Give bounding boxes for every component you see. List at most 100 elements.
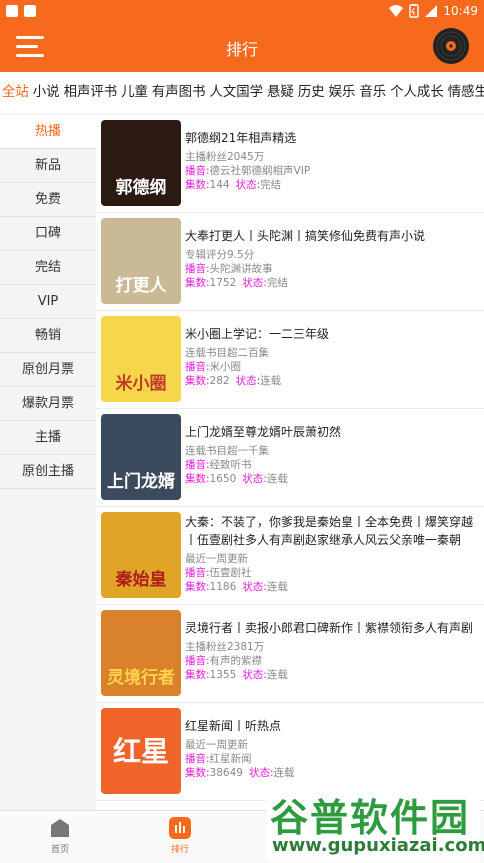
watermark: 谷普软件园 www.gupuxiazai.com [266,785,484,861]
sidebar-item-hot[interactable]: 热播 [0,115,96,149]
list-item[interactable]: 打更人 大奉打更人丨头陀渊丨搞笑修仙免费有声小说 专辑评分9.5分 播音:头陀渊… [96,213,484,311]
episode-count: 1186 [209,581,237,593]
episodes-line: 集数:1650 状态:连载 [185,472,478,486]
sidebar-item-reputation[interactable]: 口碑 [0,217,96,251]
ranking-list: 郭德纲 郭德纲21年相声精选 主播粉丝2045万 播音:德云社郭德纲相声VIP … [96,115,484,810]
status-label: 状态: [235,179,261,191]
anchor-name: 经致听书 [209,459,252,471]
list-item[interactable]: 米小圈 米小圈上学记：一二三年级 连载书目超二百集 播音:米小圈 集数:282 状… [96,311,484,409]
sidebar-item-free[interactable]: 免费 [0,183,96,217]
album-cover: 秦始皇 [101,512,181,598]
ranking-sidebar: 热播 新品 免费 口碑 完结 VIP 畅销 原创月票 爆款月票 主播 原创主播 [0,115,96,810]
status-value: 连载 [260,375,282,387]
anchor-label: 播音: [185,459,210,471]
anchor-line: 播音:德云社郭德纲相声VIP [185,164,478,178]
tab-humanities[interactable]: 人文国学 [207,72,265,114]
sidebar-item-new[interactable]: 新品 [0,149,96,183]
sidebar-item-original-anchor[interactable]: 原创主播 [0,455,96,489]
album-cover: 灵境行者 [101,610,181,696]
anchor-line: 播音:经致听书 [185,458,478,472]
tab-suspense[interactable]: 悬疑 [265,72,296,114]
episodes-label: 集数: [185,375,210,387]
status-label: 状态: [242,473,267,485]
album-cover: 红星 [101,708,181,794]
anchor-name: 德云社郭德纲相声VIP [209,165,311,177]
episodes-line: 集数:282 状态:连载 [185,374,478,388]
item-meta: 连载书目超二百集 [185,347,269,359]
signal-icon [425,5,438,17]
player-disc-button[interactable] [432,27,470,65]
episode-count: 144 [209,179,230,191]
list-item[interactable]: 灵境行者 灵境行者丨卖报小郎君口碑新作丨紫襟领衔多人有声剧 主播粉丝2381万 … [96,605,484,703]
tab-music[interactable]: 音乐 [357,72,388,114]
item-meta: 连载书目超一千集 [185,445,269,457]
anchor-line: 播音:米小圈 [185,360,478,374]
status-label: 状态: [242,277,267,289]
home-icon [49,817,71,839]
album-cover: 上门龙婿 [101,414,181,500]
list-item[interactable]: 上门龙婿 上门龙婿至尊龙婿叶辰萧初然 连载书目超一千集 播音:经致听书 集数:1… [96,409,484,507]
episode-count: 1752 [209,277,237,289]
sidebar-item-anchor[interactable]: 主播 [0,421,96,455]
watermark-url: www.gupuxiazai.com [272,835,484,856]
cover-title: 郭德纲 [115,178,167,198]
list-item[interactable]: 秦始皇 大秦：不装了，你爹我是秦始皇丨全本免费丨爆笑穿越丨伍壹剧社多人有声剧赵家… [96,507,484,605]
list-item[interactable]: 郭德纲 郭德纲21年相声精选 主播粉丝2045万 播音:德云社郭德纲相声VIP … [96,115,484,213]
tab-entertainment[interactable]: 娱乐 [327,72,358,114]
item-title: 米小圈上学记：一二三年级 [185,327,330,341]
status-time: 10:49 [443,4,478,18]
tab-children[interactable]: 儿童 [119,72,150,114]
tab-history[interactable]: 历史 [296,72,327,114]
anchor-label: 播音: [185,567,210,579]
anchor-label: 播音: [185,753,210,765]
anchor-name: 头陀渊讲故事 [209,263,273,275]
episodes-label: 集数: [185,179,210,191]
anchor-label: 播音: [185,263,210,275]
episodes-label: 集数: [185,767,210,779]
system-icons: 10:49 [389,2,478,20]
ranking-icon [169,817,191,839]
status-value: 连载 [266,581,288,593]
tab-growth[interactable]: 个人成长 [388,72,446,114]
item-meta: 主播粉丝2045万 [185,151,265,163]
item-meta: 专辑评分9.5分 [185,249,255,261]
tab-crosstalk[interactable]: 相声评书 [62,72,120,114]
status-label: 状态: [235,375,261,387]
sidebar-item-bestseller[interactable]: 畅销 [0,319,96,353]
page-title: 排行 [225,40,258,59]
album-cover: 打更人 [101,218,181,304]
notification-icon [24,5,36,17]
nav-ranking[interactable]: 排行 [150,815,210,859]
episode-count: 1355 [209,669,237,681]
watermark-title: 谷普软件园 [270,796,471,840]
tab-novel[interactable]: 小说 [31,72,62,114]
item-title: 大奉打更人丨头陀渊丨搞笑修仙免费有声小说 [185,229,426,243]
anchor-label: 播音: [185,361,210,373]
cover-title: 秦始皇 [115,570,167,590]
sidebar-item-finished[interactable]: 完结 [0,251,96,285]
sidebar-item-vip[interactable]: VIP [0,285,96,319]
nav-home[interactable]: 首页 [30,815,90,859]
status-value: 连载 [266,669,288,681]
tab-emotion[interactable]: 情感生活 [446,72,484,114]
nav-ranking-label: 排行 [170,845,189,855]
item-title: 郭德纲21年相声精选 [185,131,297,145]
episodes-line: 集数:38649 状态:连载 [185,766,478,780]
tab-audiobook[interactable]: 有声图书 [150,72,208,114]
episodes-label: 集数: [185,669,210,681]
item-title: 上门龙婿至尊龙婿叶辰萧初然 [185,425,342,439]
album-cover: 郭德纲 [101,120,181,206]
episodes-line: 集数:1186 状态:连载 [185,580,478,594]
item-meta: 主播粉丝2381万 [185,641,265,653]
sidebar-item-hit-monthly[interactable]: 爆款月票 [0,387,96,421]
cover-title: 灵境行者 [107,668,175,688]
sidebar-item-original-monthly[interactable]: 原创月票 [0,353,96,387]
album-cover: 米小圈 [101,316,181,402]
cover-title: 打更人 [115,276,167,296]
tab-all[interactable]: 全站 [0,72,31,114]
category-tabs: 全站 小说 相声评书 儿童 有声图书 人文国学 悬疑 历史 娱乐 音乐 个人成长… [0,72,484,115]
item-title: 红星新闻丨听热点 [185,719,282,733]
app-bar: 排行 [0,22,484,72]
cover-title: 上门龙婿 [107,472,175,492]
nav-home-label: 首页 [50,845,69,855]
